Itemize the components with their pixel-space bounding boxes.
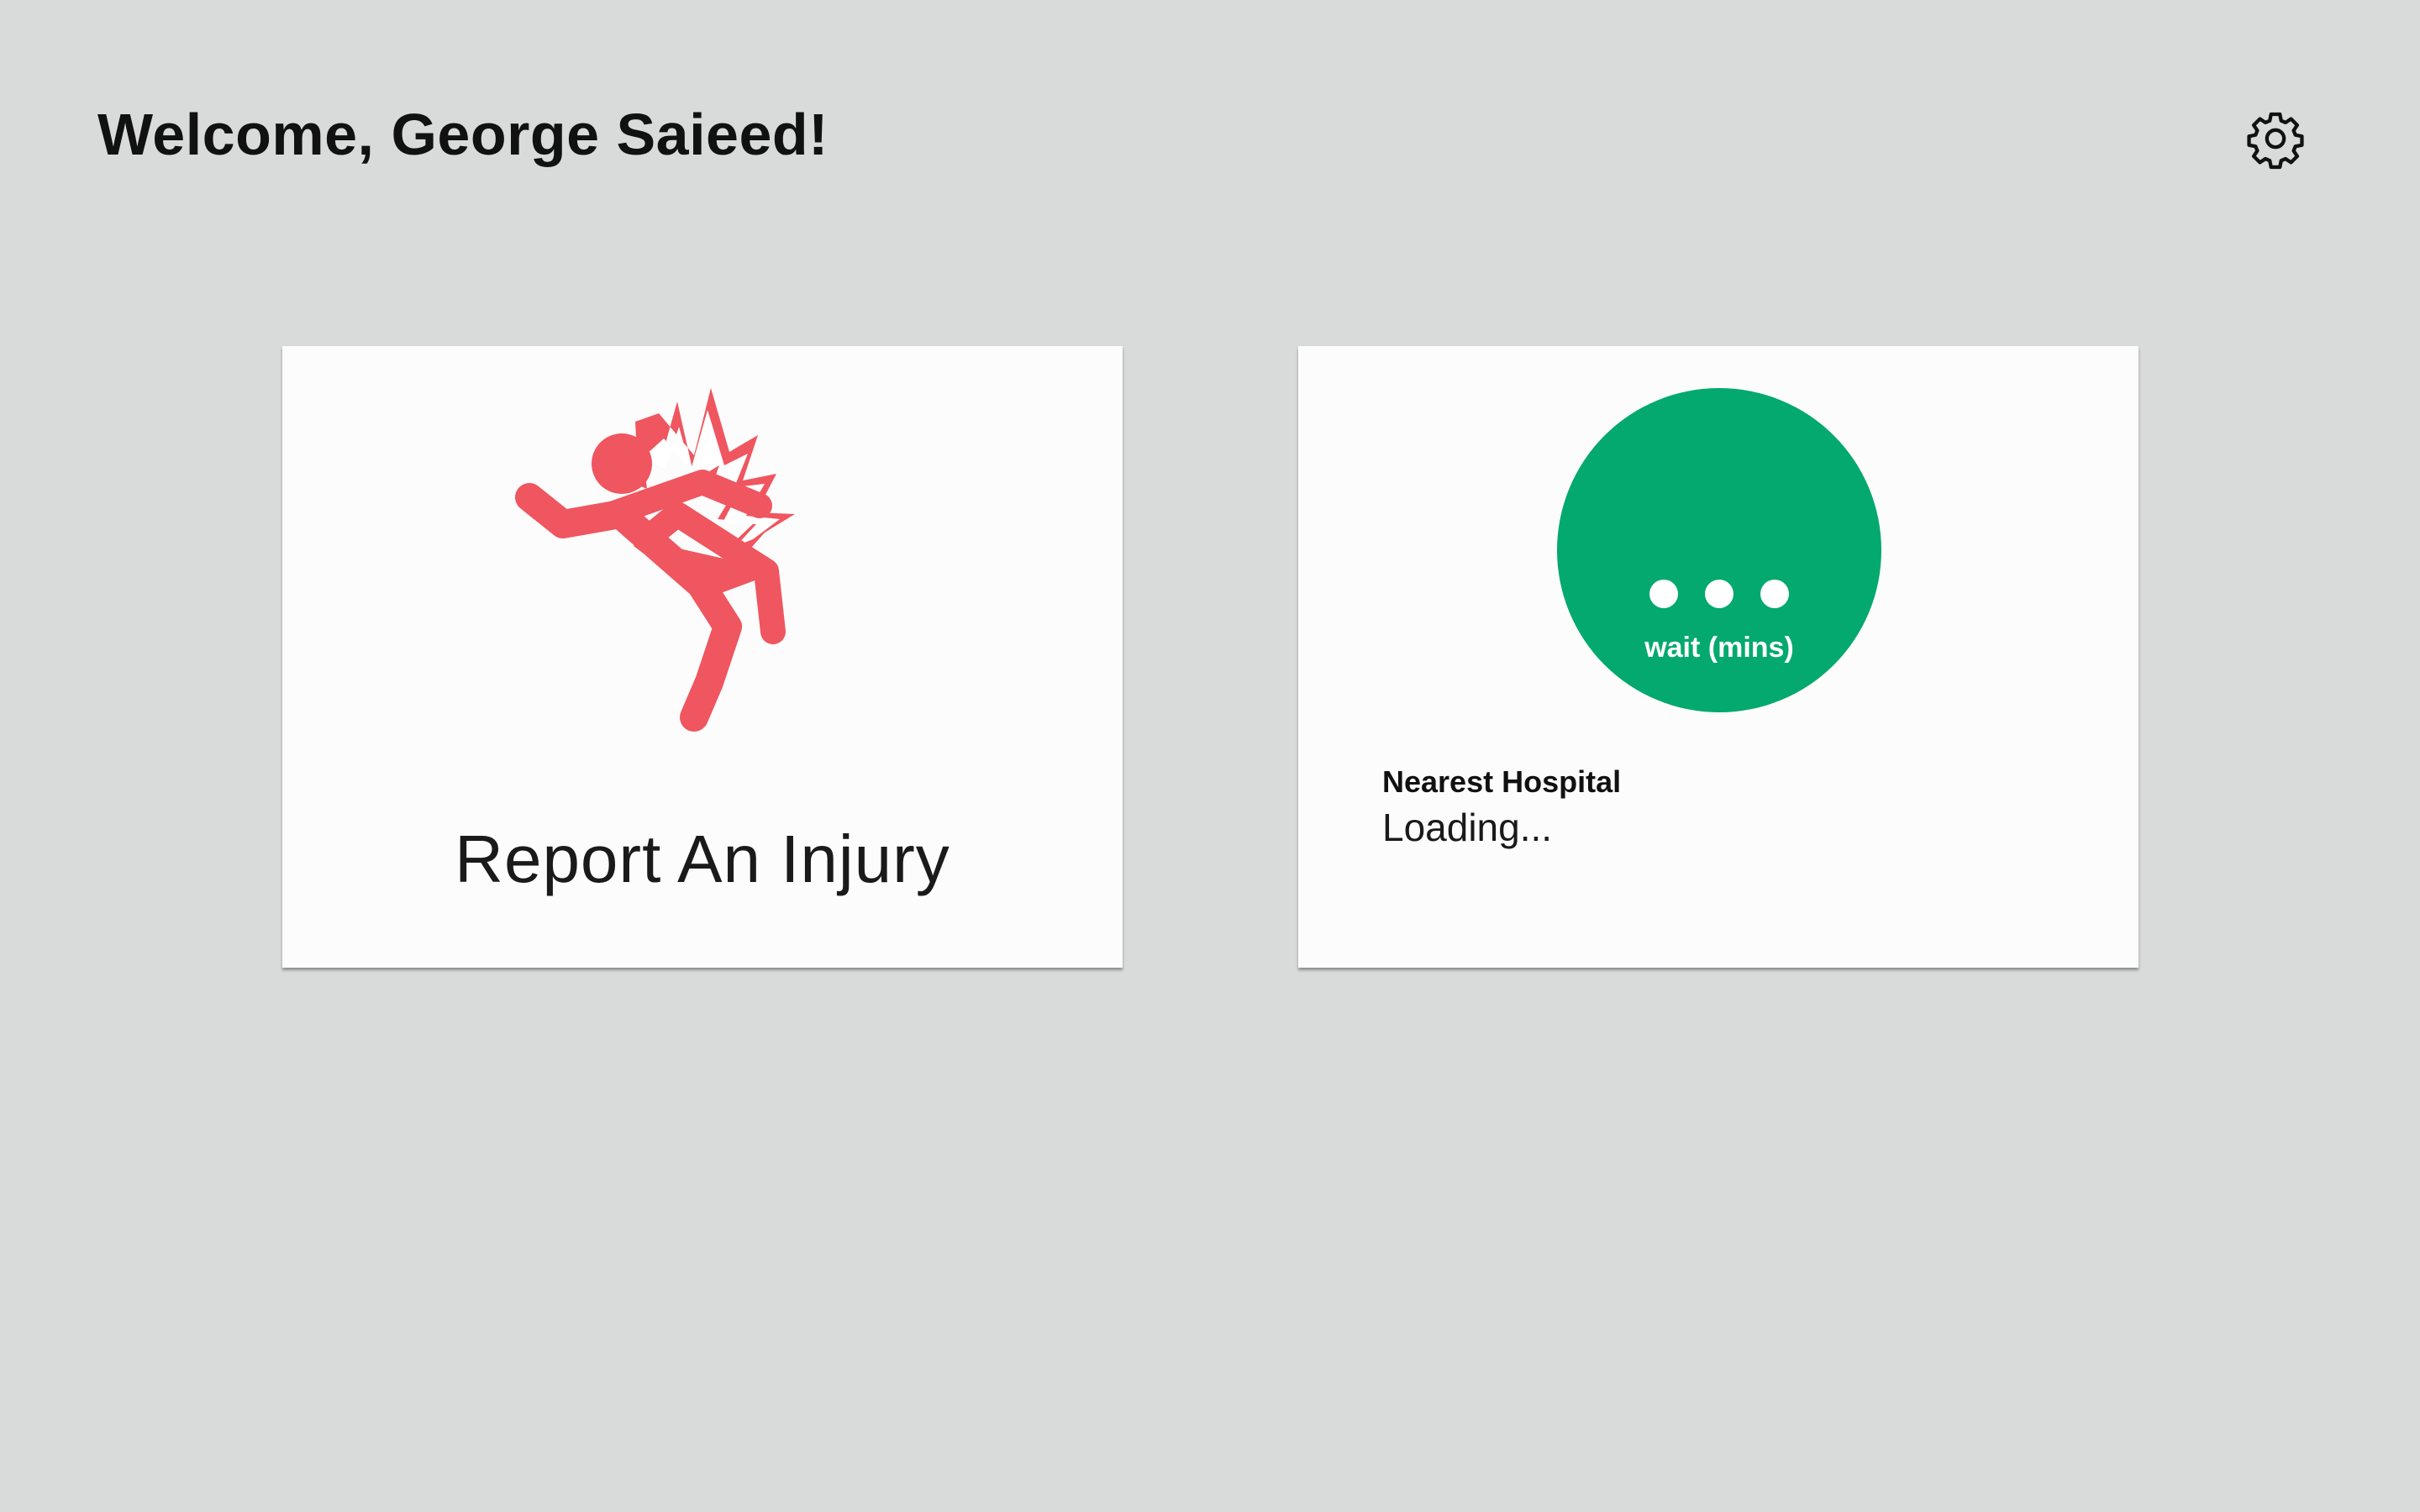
report-injury-card[interactable]: Report An Injury	[282, 346, 1123, 968]
nearest-hospital-card[interactable]: wait (mins) Nearest Hospital Loading...	[1298, 346, 2139, 968]
loading-dot	[1649, 580, 1678, 608]
welcome-heading: Welcome, George Saieed!	[97, 102, 829, 167]
injured-person-icon	[515, 388, 795, 732]
report-injury-label: Report An Injury	[455, 822, 950, 896]
loading-dot	[1705, 580, 1733, 608]
wait-time-badge: wait (mins)	[1557, 388, 1881, 712]
loading-dots	[1557, 580, 1881, 608]
hospital-status-text: Loading...	[1382, 806, 1553, 849]
settings-button[interactable]	[2241, 104, 2310, 173]
loading-dot	[1760, 580, 1789, 608]
home-screen: Welcome, George Saieed! Report An Injury…	[0, 0, 2420, 1512]
nearest-hospital-heading: Nearest Hospital	[1382, 764, 1622, 799]
gear-icon	[2247, 112, 2304, 170]
wait-label: wait (mins)	[1644, 632, 1794, 664]
